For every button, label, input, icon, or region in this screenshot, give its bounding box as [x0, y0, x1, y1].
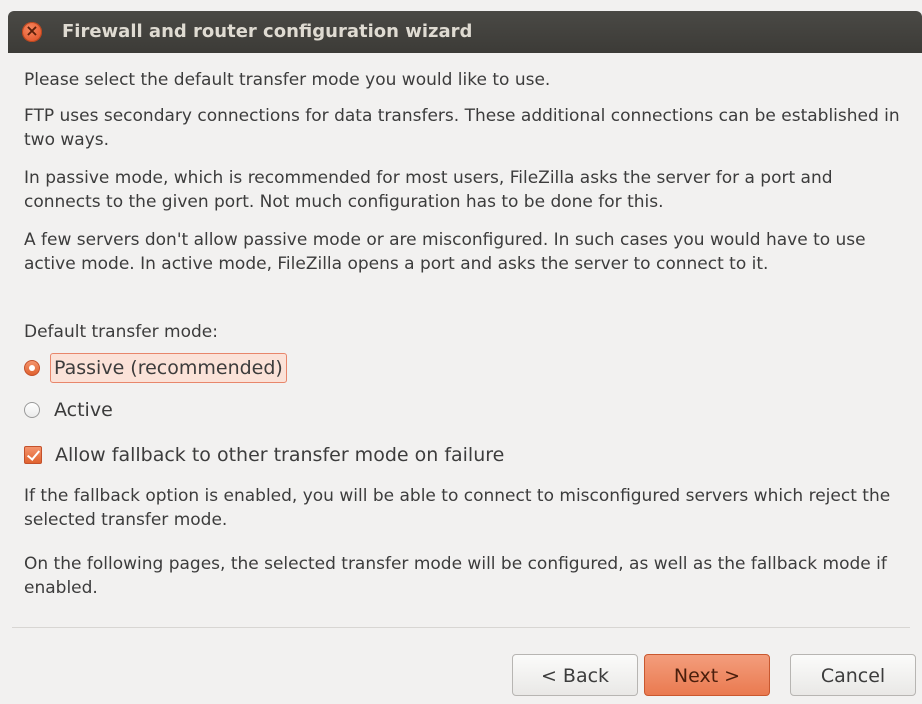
- wizard-window: Firewall and router configuration wizard…: [0, 0, 922, 704]
- window-title: Firewall and router configuration wizard: [62, 21, 473, 42]
- fallback-checkbox-option[interactable]: Allow fallback to other transfer mode on…: [24, 440, 504, 470]
- transfer-mode-label: Default transfer mode:: [24, 322, 218, 342]
- active-info-text: A few servers don't allow passive mode o…: [24, 230, 866, 274]
- fallback-checkbox-label[interactable]: Allow fallback to other transfer mode on…: [55, 443, 504, 467]
- passive-info-text: In passive mode, which is recommended fo…: [24, 168, 833, 212]
- ftp-info-text: FTP uses secondary connections for data …: [24, 106, 900, 150]
- fallback-info-text: If the fallback option is enabled, you w…: [24, 486, 891, 530]
- passive-radio-label[interactable]: Passive (recommended): [50, 353, 287, 383]
- next-button[interactable]: Next >: [644, 654, 770, 696]
- title-bar[interactable]: Firewall and router configuration wizard: [8, 11, 922, 53]
- back-button[interactable]: < Back: [512, 654, 638, 696]
- passive-radio-button[interactable]: [24, 360, 40, 376]
- active-radio-label[interactable]: Active: [54, 398, 113, 422]
- close-icon[interactable]: [22, 20, 42, 42]
- button-divider: [12, 627, 910, 628]
- fallback-checkbox[interactable]: [24, 446, 42, 464]
- intro-text: Please select the default transfer mode …: [24, 70, 551, 90]
- active-radio-option[interactable]: Active: [24, 395, 113, 425]
- active-radio-button[interactable]: [24, 402, 40, 418]
- passive-radio-option[interactable]: Passive (recommended): [24, 353, 287, 383]
- cancel-button[interactable]: Cancel: [790, 654, 916, 696]
- following-info-text: On the following pages, the selected tra…: [24, 554, 887, 598]
